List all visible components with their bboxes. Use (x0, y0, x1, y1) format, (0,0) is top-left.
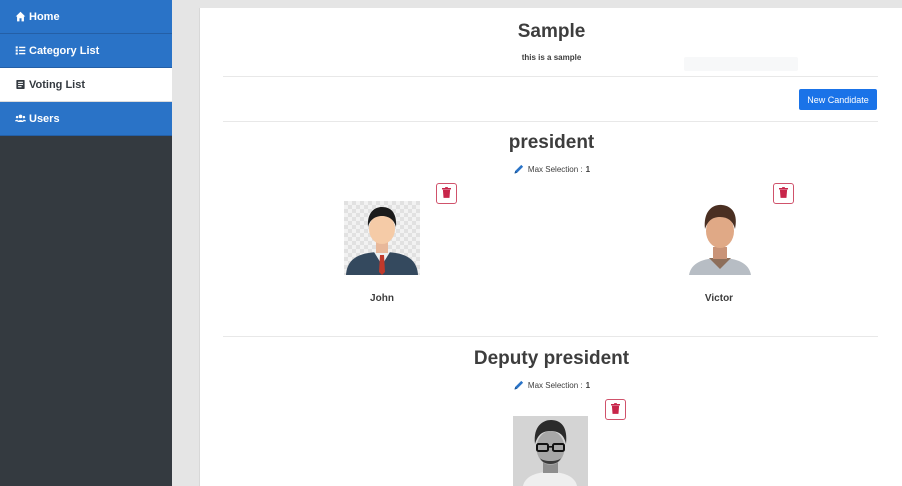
max-selection-value: 1 (585, 380, 591, 390)
trash-icon (442, 185, 451, 203)
delete-candidate-button[interactable] (605, 399, 626, 420)
placeholder-bar (684, 57, 798, 71)
sidebar-item-home[interactable]: Home (0, 0, 172, 34)
users-icon (14, 113, 26, 125)
category-title: president (508, 132, 595, 153)
candidate-name: Victor (704, 293, 734, 304)
new-candidate-button[interactable]: New Candidate (799, 89, 877, 110)
sidebar-item-users[interactable]: Users (0, 102, 172, 136)
max-selection-value: 1 (585, 164, 591, 174)
sidebar-item-label: Users (29, 112, 60, 125)
sidebar-item-label: Category List (29, 44, 100, 57)
sidebar-item-voting-list[interactable]: Voting List (0, 68, 172, 102)
candidate-name: John (370, 293, 394, 304)
divider (223, 76, 878, 77)
divider (223, 336, 878, 337)
voting-card: Sample this is a sample New Candidate pr… (199, 8, 902, 486)
pencil-icon[interactable] (513, 379, 525, 391)
candidate-avatar (344, 201, 420, 275)
pencil-icon[interactable] (513, 163, 525, 175)
home-icon (14, 11, 26, 23)
page-title: Sample (517, 21, 586, 42)
person-photo-icon (683, 201, 757, 275)
max-selection: Max Selection : 1 (200, 163, 902, 175)
list-icon (14, 45, 26, 57)
max-selection-label: Max Selection : (527, 380, 583, 390)
sidebar-item-category-list[interactable]: Category List (0, 34, 172, 68)
sidebar: Home Category List Voting List Users (0, 0, 172, 486)
category-title: Deputy president (473, 348, 630, 369)
person-photo-icon (513, 416, 588, 486)
candidate-photo (683, 201, 757, 275)
delete-candidate-button[interactable] (773, 183, 794, 204)
trash-icon (611, 401, 620, 419)
divider (223, 121, 878, 122)
max-selection: Max Selection : 1 (200, 379, 902, 391)
sidebar-item-label: Home (29, 10, 60, 23)
candidate-photo (513, 416, 588, 486)
ballot-icon (14, 79, 26, 91)
sidebar-item-label: Voting List (29, 78, 86, 91)
max-selection-label: Max Selection : (527, 164, 583, 174)
delete-candidate-button[interactable] (436, 183, 457, 204)
trash-icon (779, 185, 788, 203)
person-avatar-icon (344, 201, 420, 275)
